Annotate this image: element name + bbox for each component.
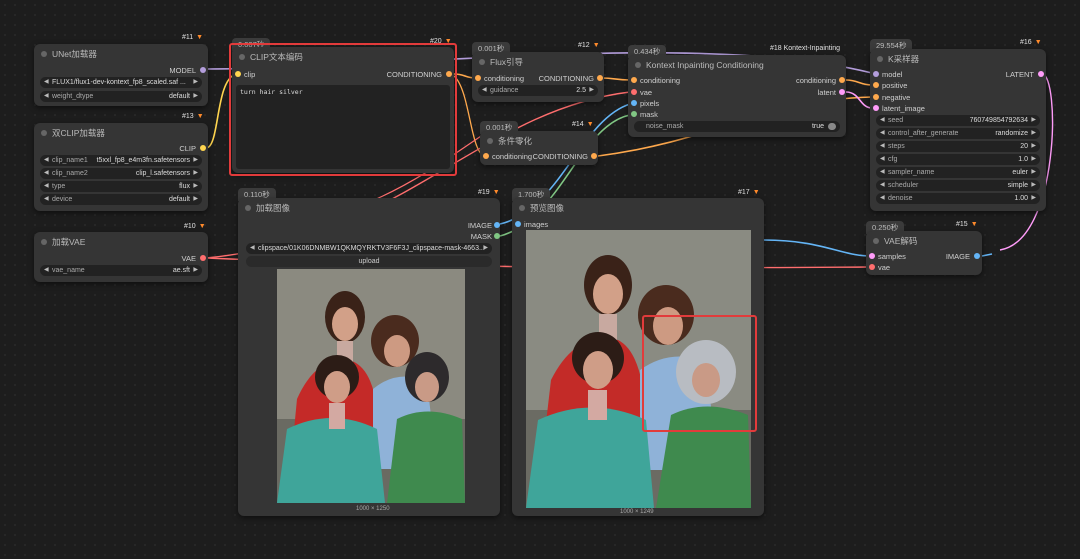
steps-widget[interactable]: ◀ steps 20 ▶: [876, 141, 1040, 152]
output-mask[interactable]: MASK: [471, 232, 500, 241]
noise-mask-toggle[interactable]: noise_mask true: [634, 121, 840, 132]
node-ksampler[interactable]: K采样器 model positive negative latent_imag…: [870, 49, 1046, 211]
node-title: VAE解码: [884, 236, 918, 246]
fox-icon: ▼: [492, 189, 500, 196]
collapse-dot[interactable]: [41, 130, 47, 136]
node-id-18: #18 Kontext-Inpainting: [770, 45, 841, 52]
node-title: 加载VAE: [52, 237, 86, 247]
fox-icon: ▼: [586, 121, 594, 128]
fox-icon: ▼: [198, 223, 206, 230]
input-image-preview: [277, 269, 465, 503]
input-conditioning[interactable]: conditioning: [483, 152, 532, 161]
node-title: 双CLIP加载器: [52, 128, 105, 138]
type-combo[interactable]: ◀ type flux ▶: [40, 181, 202, 192]
output-clip[interactable]: CLIP: [179, 144, 206, 153]
clip-name2-combo[interactable]: ◀ clip_name2 clip_l.safetensors ▶: [40, 168, 202, 179]
node-id-10: #10 ▼: [184, 223, 206, 230]
input-model[interactable]: model: [873, 70, 902, 79]
unet-name-combo[interactable]: ◀ FLUX1/flux1-dev-kontext_fp8_scaled.saf …: [40, 77, 202, 88]
fox-icon: ▼: [970, 221, 978, 228]
input-samples[interactable]: samples: [869, 252, 906, 261]
fox-icon: ▼: [752, 189, 760, 196]
output-image[interactable]: IMAGE: [468, 221, 500, 230]
node-load-vae[interactable]: 加载VAE VAE ◀ vae_name ae.sft ▶: [34, 232, 208, 282]
output-latent[interactable]: LATENT: [1006, 70, 1044, 79]
collapse-dot[interactable]: [877, 56, 883, 62]
node-title: Flux引导: [490, 57, 524, 67]
collapse-dot[interactable]: [519, 205, 525, 211]
node-id-20: #20 ▼: [430, 38, 452, 45]
node-id-19: #19 ▼: [478, 189, 500, 196]
node-title: Kontext Inpainting Conditioning: [646, 60, 764, 70]
output-conditioning[interactable]: CONDITIONING: [539, 74, 603, 83]
input-positive[interactable]: positive: [873, 81, 907, 90]
node-title: 加载图像: [256, 203, 291, 213]
device-combo[interactable]: ◀ device default ▶: [40, 194, 202, 205]
guidance-slider[interactable]: ◀ guidance 2.5 ▶: [478, 85, 598, 96]
node-vae-decode[interactable]: VAE解码 samples vae IMAGE: [866, 231, 982, 275]
sampler-name-widget[interactable]: ◀ sampler_name euler ▶: [876, 167, 1040, 178]
output-conditioning[interactable]: CONDITIONING: [533, 152, 597, 161]
seed-widget[interactable]: ◀ seed 760749854792634 ▶: [876, 115, 1040, 126]
fox-icon: ▼: [592, 42, 600, 49]
output-model[interactable]: MODEL: [169, 66, 206, 75]
node-id-11: #11 ▼: [182, 34, 204, 41]
scheduler-widget[interactable]: ◀ scheduler simple ▶: [876, 180, 1040, 191]
collapse-dot[interactable]: [41, 51, 47, 57]
input-pixels[interactable]: pixels: [631, 99, 659, 108]
image-file-combo[interactable]: ◀ clipspace/01K06DNMBW1QKMQYRKTV3F6F3J_cl…: [246, 243, 492, 254]
node-id-16: #16 ▼: [1020, 39, 1042, 46]
node-dual-clip-loader[interactable]: 双CLIP加载器 CLIP ◀ clip_name1 t5xxl_fp8_e4m3f…: [34, 123, 208, 211]
output-latent[interactable]: latent: [818, 88, 845, 97]
node-id-17: #17 ▼: [738, 189, 760, 196]
denoise-widget[interactable]: ◀ denoise 1.00 ▶: [876, 193, 1040, 204]
upload-button[interactable]: upload: [246, 256, 492, 267]
node-title: UNet加载器: [52, 49, 97, 59]
input-conditioning[interactable]: conditioning: [631, 76, 680, 85]
node-id-14: #14 ▼: [572, 121, 594, 128]
collapse-dot[interactable]: [487, 138, 493, 144]
collapse-dot[interactable]: [635, 62, 641, 68]
image-size-caption: 1000 × 1250: [356, 506, 390, 512]
input-latent-image[interactable]: latent_image: [873, 104, 925, 113]
output-vae[interactable]: VAE: [182, 254, 206, 263]
fox-icon: ▼: [444, 38, 452, 45]
collapse-dot[interactable]: [873, 238, 879, 244]
control-after-generate-widget[interactable]: ◀ control_after_generate randomize ▶: [876, 128, 1040, 139]
toggle-knob: [828, 123, 836, 130]
node-id-13: #13 ▼: [182, 113, 204, 120]
node-load-image[interactable]: 加载图像 IMAGE MASK ◀ clipspace/01K06DNMBW1QK…: [238, 198, 500, 516]
weight-dtype-combo[interactable]: ◀ weight_dtype default ▶: [40, 91, 202, 102]
image-size-caption: 1000 × 1249: [620, 509, 654, 515]
node-title: K采样器: [888, 54, 920, 64]
node-title: 条件零化: [498, 136, 533, 146]
node-kontext-inpainting[interactable]: Kontext Inpainting Conditioning conditio…: [628, 55, 846, 137]
node-flux-guidance[interactable]: Flux引导 conditioning CONDITIONING ◀ guidan…: [472, 52, 604, 102]
input-vae[interactable]: vae: [631, 88, 652, 97]
fox-icon: ▼: [196, 34, 204, 41]
fox-icon: ▼: [196, 113, 204, 120]
input-vae[interactable]: vae: [869, 263, 890, 272]
highlight-silver-hair-region: [642, 315, 757, 432]
collapse-dot[interactable]: [479, 59, 485, 65]
collapse-dot[interactable]: [245, 205, 251, 211]
cfg-widget[interactable]: ◀ cfg 1.0 ▶: [876, 154, 1040, 165]
node-id-12: #12 ▼: [578, 42, 600, 49]
input-negative[interactable]: negative: [873, 93, 910, 102]
highlight-clip-text-node: [229, 43, 457, 176]
output-image[interactable]: IMAGE: [946, 252, 980, 261]
input-images[interactable]: images: [515, 220, 548, 229]
node-conditioning-zero-out[interactable]: 条件零化 conditioning CONDITIONING: [480, 131, 598, 165]
input-conditioning[interactable]: conditioning: [475, 74, 524, 83]
output-conditioning[interactable]: conditioning: [796, 76, 845, 85]
node-unet-loader[interactable]: UNet加载器 MODEL ◀ FLUX1/flux1-dev-kontext_f…: [34, 44, 208, 106]
node-title: 预览图像: [530, 203, 565, 213]
vae-name-combo[interactable]: ◀ vae_name ae.sft ▶: [40, 265, 202, 276]
collapse-dot[interactable]: [41, 239, 47, 245]
fox-icon: ▼: [1034, 39, 1042, 46]
node-preview-image[interactable]: 预览图像 images 1000 × 1249: [512, 198, 764, 516]
clip-name1-combo[interactable]: ◀ clip_name1 t5xxl_fp8_e4m3fn.safetensors ▶: [40, 155, 202, 166]
node-id-15: #15 ▼: [956, 221, 978, 228]
input-mask[interactable]: mask: [631, 110, 658, 119]
